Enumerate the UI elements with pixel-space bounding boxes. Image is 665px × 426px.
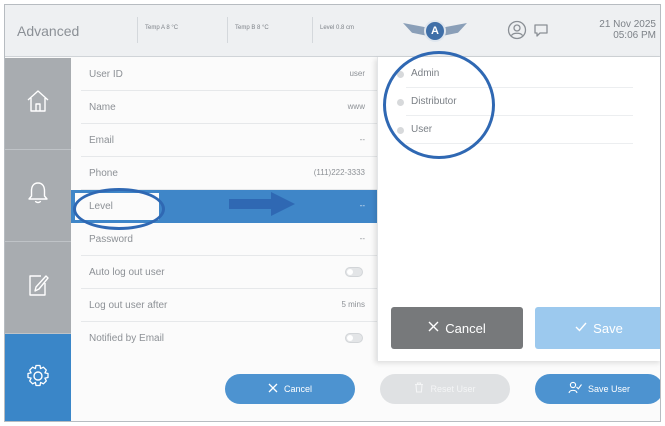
sidebar-item-edit[interactable] bbox=[5, 242, 71, 334]
sidebar-item-home[interactable] bbox=[5, 58, 71, 150]
message-icon[interactable] bbox=[533, 22, 549, 43]
field-label: User ID bbox=[89, 69, 123, 80]
field-value: user bbox=[349, 69, 365, 78]
brand-logo: A bbox=[403, 17, 467, 45]
bell-icon bbox=[26, 180, 50, 211]
field-phone[interactable]: Phone (111)222-3333 bbox=[71, 157, 377, 190]
time-text: 05:06 PM bbox=[613, 30, 656, 41]
date-text: 21 Nov 2025 bbox=[599, 19, 656, 30]
field-name[interactable]: Name www bbox=[71, 91, 377, 124]
field-label: Notified by Email bbox=[89, 333, 165, 344]
button-label: Reset User bbox=[430, 384, 476, 394]
edit-document-icon bbox=[26, 272, 50, 303]
button-label: Cancel bbox=[445, 320, 486, 336]
sidebar bbox=[5, 58, 71, 421]
callout-arrow-icon bbox=[229, 191, 297, 222]
field-label: Email bbox=[89, 135, 115, 146]
home-icon bbox=[25, 88, 51, 119]
dropdown-save-button[interactable]: Save bbox=[535, 307, 660, 349]
temp-a-readout: Temp A 8 °C bbox=[145, 25, 179, 31]
field-auto-logout: Auto log out user bbox=[71, 256, 377, 289]
field-label: Password bbox=[89, 234, 133, 245]
field-value: -- bbox=[359, 135, 365, 144]
user-profile-icon[interactable] bbox=[507, 20, 527, 45]
email-notify-toggle[interactable] bbox=[345, 333, 363, 343]
field-label: Phone bbox=[89, 168, 118, 179]
temp-b-readout: Temp B 8 °C bbox=[235, 25, 269, 31]
reset-user-button[interactable]: Reset User bbox=[380, 374, 510, 404]
options-callout-circle bbox=[383, 51, 495, 159]
field-label: Name bbox=[89, 102, 116, 113]
level-callout-circle bbox=[73, 188, 165, 230]
auto-logout-toggle[interactable] bbox=[345, 267, 363, 277]
date-time: 21 Nov 2025 05:06 PM bbox=[599, 19, 656, 41]
field-user-id[interactable]: User ID user bbox=[71, 58, 377, 91]
button-label: Save bbox=[593, 320, 623, 336]
field-value: -- bbox=[359, 201, 365, 210]
user-check-icon bbox=[568, 381, 582, 397]
page-title: Advanced bbox=[17, 23, 80, 39]
app-window: Advanced Temp A 8 °C Temp B 8 °C Level 0… bbox=[4, 4, 661, 422]
logo-badge: A bbox=[424, 20, 446, 42]
save-user-button[interactable]: Save User bbox=[535, 374, 660, 404]
divider bbox=[137, 17, 138, 43]
close-icon bbox=[268, 382, 278, 396]
cancel-button[interactable]: Cancel bbox=[225, 374, 355, 404]
button-label: Cancel bbox=[283, 384, 312, 394]
field-value: www bbox=[347, 102, 365, 111]
top-bar: Advanced Temp A 8 °C Temp B 8 °C Level 0… bbox=[5, 5, 660, 57]
close-icon bbox=[428, 321, 439, 335]
button-label: Save User bbox=[587, 384, 631, 394]
divider bbox=[227, 17, 228, 43]
trash-icon bbox=[414, 382, 424, 396]
check-icon bbox=[575, 321, 587, 335]
level-readout: Level 0.8 cm bbox=[320, 25, 355, 31]
field-value: 5 mins bbox=[341, 300, 365, 309]
sidebar-item-settings[interactable] bbox=[5, 334, 71, 421]
field-notified-email: Notified by Email bbox=[71, 322, 377, 355]
field-label: Log out user after bbox=[89, 300, 168, 311]
field-logout-after[interactable]: Log out user after 5 mins bbox=[71, 289, 377, 322]
field-label: Auto log out user bbox=[89, 267, 165, 278]
field-email[interactable]: Email -- bbox=[71, 124, 377, 157]
field-value: -- bbox=[359, 234, 365, 243]
field-value: (111)222-3333 bbox=[313, 168, 365, 177]
divider bbox=[312, 17, 313, 43]
sidebar-item-alarms[interactable] bbox=[5, 150, 71, 242]
dropdown-cancel-button[interactable]: Cancel bbox=[391, 307, 523, 349]
gear-icon bbox=[25, 363, 51, 394]
